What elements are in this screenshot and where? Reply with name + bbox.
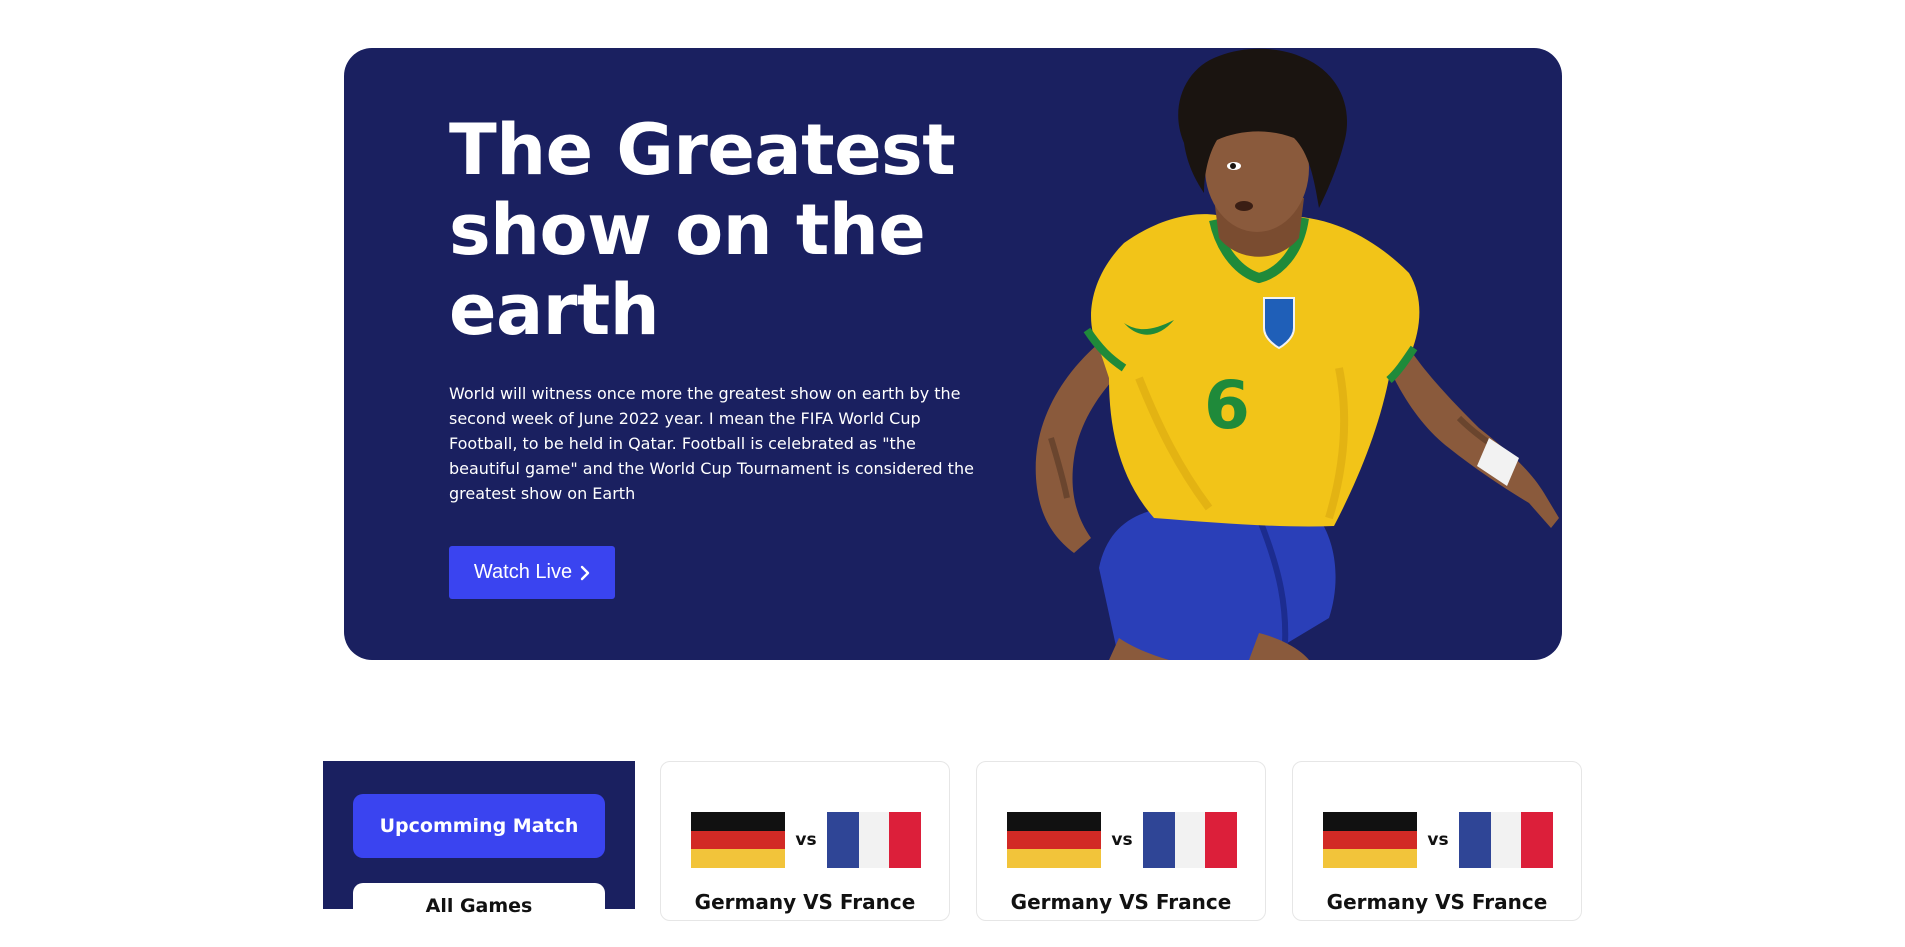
hero-description: World will witness once more the greates…: [449, 384, 974, 503]
hero-title: The Greatest show on the earth: [449, 109, 956, 351]
match-filter-panel: Upcomming Match All Games: [323, 761, 635, 947]
match-flags: vs: [1007, 812, 1237, 868]
watch-live-label: Watch Live: [473, 561, 573, 583]
match-title: Germany VS France: [1010, 890, 1232, 914]
match-flags: vs: [691, 812, 921, 868]
vs-label: vs: [795, 830, 817, 850]
match-flags: vs: [1323, 812, 1553, 868]
france-flag-icon: [827, 812, 921, 868]
germany-flag-icon: [1007, 812, 1101, 868]
tab-all-games[interactable]: All Games: [353, 883, 605, 947]
football-player-image: 6: [1035, 48, 1559, 660]
chevron-right-icon: [580, 565, 590, 581]
germany-flag-icon: [1323, 812, 1417, 868]
germany-flag-icon: [691, 812, 785, 868]
match-card[interactable]: vs Germany VS France: [976, 761, 1266, 921]
france-flag-icon: [1459, 812, 1553, 868]
match-card[interactable]: vs Germany VS France: [660, 761, 950, 921]
match-title: Germany VS France: [694, 890, 916, 914]
hero-banner: The Greatest show on the earth World wil…: [344, 48, 1562, 660]
vs-label: vs: [1111, 830, 1133, 850]
vs-label: vs: [1427, 830, 1449, 850]
tab-upcoming-match[interactable]: Upcomming Match: [353, 794, 605, 858]
match-card[interactable]: vs Germany VS France: [1292, 761, 1582, 921]
svg-text:6: 6: [1204, 367, 1250, 444]
france-flag-icon: [1143, 812, 1237, 868]
match-title: Germany VS France: [1326, 890, 1548, 914]
watch-live-button[interactable]: Watch Live: [449, 546, 615, 599]
